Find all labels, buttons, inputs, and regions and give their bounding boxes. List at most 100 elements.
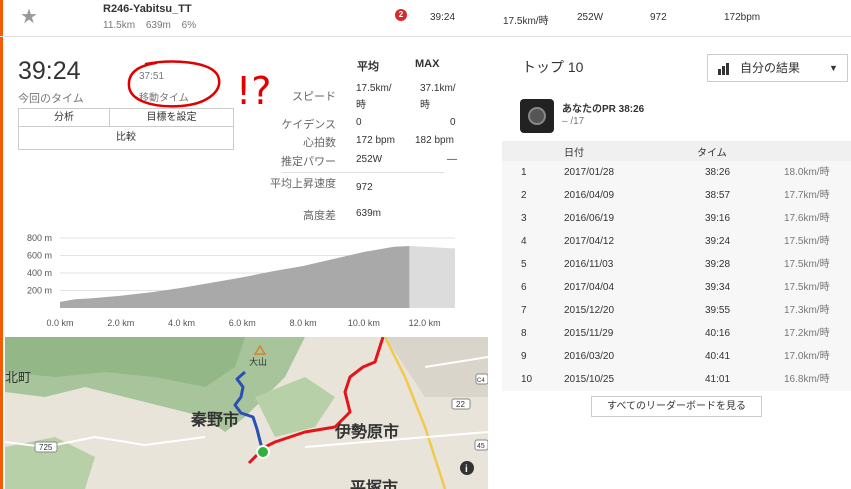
filter-dropdown[interactable]: 自分の結果 ▼ xyxy=(707,54,848,82)
segment-distance: 11.5km xyxy=(103,20,136,31)
leaderboard-row[interactable]: 10 2015/10/25 41:01 16.8km/時 xyxy=(502,368,851,391)
stats-col-max: MAX xyxy=(415,58,440,70)
row-time: 40:41 xyxy=(705,351,731,362)
leaderboard-row[interactable]: 7 2015/12/20 39:55 17.3km/時 xyxy=(502,299,851,322)
row-speed: 17.5km/時 xyxy=(784,236,830,247)
x-tick-label: 8.0 km xyxy=(290,318,317,328)
segment-name[interactable]: R246-Yabitsu_TT xyxy=(103,3,192,15)
row-date: 2016/04/09 xyxy=(564,190,615,201)
leaderboard-row[interactable]: 2 2016/04/09 38:57 17.7km/時 xyxy=(502,184,851,207)
leaderboard-row[interactable]: 5 2016/11/03 39:28 17.5km/時 xyxy=(502,253,851,276)
elapsed-time-label: 今回のタイム xyxy=(18,93,84,105)
elevation-chart[interactable]: 800 m 600 m 400 m 200 m 0.0 km 2.0 km 4.0 km 6… xyxy=(0,228,470,333)
col-time-header: タイム xyxy=(697,148,727,159)
row-time: 40:16 xyxy=(705,328,731,339)
segment-elevation: 639m xyxy=(145,20,171,31)
start-marker xyxy=(256,445,270,459)
set-goal-button[interactable]: 目標を設定 xyxy=(110,109,233,127)
stat-label-climb-rate: 平均上昇速度 xyxy=(270,178,336,190)
road-45-label: 45 xyxy=(477,443,485,450)
x-tick-label: 0.0 km xyxy=(46,318,73,328)
summary-button-group: 分析 目標を設定 比較 xyxy=(18,108,234,150)
stat-label-heart-rate: 心拍数 xyxy=(303,137,336,149)
compare-button[interactable]: 比較 xyxy=(19,127,233,148)
row-speed: 17.3km/時 xyxy=(784,305,830,316)
row-date: 2017/04/12 xyxy=(564,236,615,247)
stat-avg-heart-rate: 172 bpm xyxy=(356,135,395,146)
elevation-area-series-1 xyxy=(409,245,455,308)
row-date: 2016/03/20 xyxy=(564,351,615,362)
row-rank: 7 xyxy=(521,305,527,316)
row-speed: 16.8km/時 xyxy=(784,374,830,385)
stats-col-avg: 平均 xyxy=(357,61,379,73)
row-date: 2016/06/19 xyxy=(564,213,615,224)
y-tick-label: 200 m xyxy=(27,286,52,296)
header-power: 252W xyxy=(577,12,604,23)
stat-avg-climb-rate: 972 xyxy=(356,182,373,193)
row-date: 2015/12/20 xyxy=(564,305,615,316)
filter-dropdown-label: 自分の結果 xyxy=(740,61,801,75)
row-speed: 17.0km/時 xyxy=(784,351,830,362)
row-speed: 17.5km/時 xyxy=(784,259,830,270)
y-tick-label: 600 m xyxy=(27,251,52,261)
row-speed: 17.2km/時 xyxy=(784,328,830,339)
y-tick-label: 400 m xyxy=(27,268,52,278)
pr-rank: – /17 xyxy=(562,116,585,127)
camera-avatar-icon xyxy=(520,99,554,133)
stat-avg-speed: 17.5km/時 xyxy=(356,83,392,111)
leaderboard-row[interactable]: 8 2015/11/29 40:16 17.2km/時 xyxy=(502,322,851,345)
segment-grade: 6% xyxy=(181,20,197,31)
map-label-hiratsuka: 平塚市 xyxy=(350,478,398,489)
header-speed: 17.5km/時 xyxy=(503,16,549,27)
row-time: 38:26 xyxy=(705,167,731,178)
row-date: 2015/10/25 xyxy=(564,374,615,385)
leaderboard-row[interactable]: 6 2017/04/04 39:34 17.5km/時 xyxy=(502,276,851,299)
stat-max-power: — xyxy=(447,154,457,165)
stat-max-heart-rate: 182 bpm xyxy=(415,135,454,146)
row-rank: 4 xyxy=(521,236,527,247)
x-tick-label: 6.0 km xyxy=(229,318,256,328)
row-date: 2017/04/04 xyxy=(564,282,615,293)
x-tick-label: 10.0 km xyxy=(348,318,380,328)
stat-label-speed: スピード xyxy=(292,91,336,103)
leaderboard-row[interactable]: 3 2016/06/19 39:16 17.6km/時 xyxy=(502,207,851,230)
row-time: 39:16 xyxy=(705,213,731,224)
stat-label-elevation-diff: 高度差 xyxy=(303,210,336,222)
leaderboard-row[interactable]: 9 2016/03/20 40:41 17.0km/時 xyxy=(502,345,851,368)
map-label-hadano: 秦野市 xyxy=(190,410,239,429)
view-all-leaderboards-button[interactable]: すべてのリーダーボードを見る xyxy=(591,396,762,417)
stats-divider xyxy=(282,172,444,173)
row-time: 39:34 xyxy=(705,282,731,293)
stat-avg-elevation-diff: 639m xyxy=(356,208,382,219)
x-tick-label: 4.0 km xyxy=(168,318,195,328)
row-speed: 17.5km/時 xyxy=(784,282,830,293)
stat-avg-cadence: 0 xyxy=(356,117,362,128)
handwritten-annotation: !? xyxy=(127,60,271,113)
row-rank: 9 xyxy=(521,351,527,362)
road-22-label: 22 xyxy=(456,400,465,409)
row-rank: 8 xyxy=(521,328,527,339)
personal-record-row: あなたのPR 38:26 – /17 xyxy=(502,93,851,141)
stat-max-speed: 37.1km/時 xyxy=(420,83,456,111)
x-tick-label: 12.0 km xyxy=(409,318,441,328)
segment-map[interactable]: 725 22 45 C4 大山 北町 秦野市 伊勢原市 平塚市 i xyxy=(5,337,488,489)
stat-label-cadence: ケイデンス xyxy=(281,119,336,131)
row-speed: 18.0km/時 xyxy=(784,167,830,178)
row-rank: 1 xyxy=(521,167,527,178)
stat-label-power: 推定パワー xyxy=(281,156,336,168)
row-date: 2017/01/28 xyxy=(564,167,615,178)
x-tick-label: 2.0 km xyxy=(107,318,134,328)
row-speed: 17.6km/時 xyxy=(784,213,830,224)
road-c4-label: C4 xyxy=(477,378,485,384)
row-time: 39:28 xyxy=(705,259,731,270)
chart-y-ticks: 800 m 600 m 400 m 200 m xyxy=(27,233,52,296)
elapsed-time: 39:24 xyxy=(18,57,81,85)
leaderboard-row[interactable]: 1 2017/01/28 38:26 18.0km/時 xyxy=(502,161,851,184)
analysis-button[interactable]: 分析 xyxy=(19,109,110,127)
star-icon[interactable]: ★ xyxy=(20,4,38,29)
stat-avg-power: 252W xyxy=(356,154,383,165)
map-label-isehara: 伊勢原市 xyxy=(334,422,399,441)
leaderboard-row[interactable]: 4 2017/04/12 39:24 17.5km/時 xyxy=(502,230,851,253)
row-date: 2016/11/03 xyxy=(564,259,614,270)
segment-meta: 11.5km 639m 6% xyxy=(103,20,204,31)
